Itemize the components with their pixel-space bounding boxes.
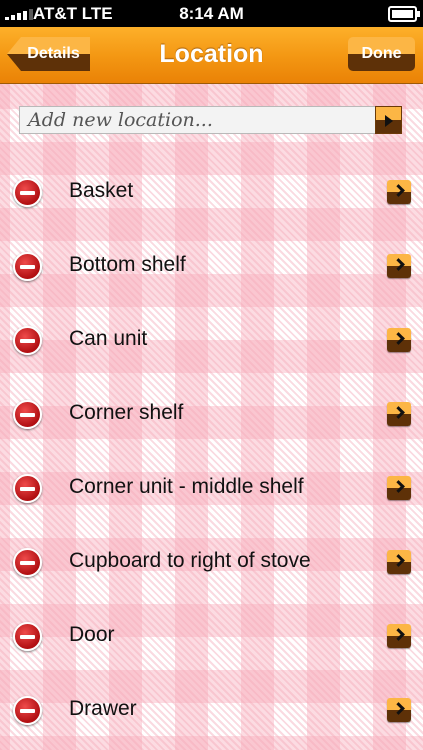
location-label: Door bbox=[69, 623, 115, 646]
list-item[interactable]: Corner shelf bbox=[0, 377, 423, 451]
delete-icon[interactable] bbox=[13, 252, 42, 281]
disclosure-chevron-icon[interactable] bbox=[387, 476, 411, 500]
add-location-button[interactable] bbox=[375, 106, 402, 134]
location-label: Cupboard to right of stove bbox=[69, 549, 311, 572]
location-label: Basket bbox=[69, 179, 134, 202]
status-bar: AT&T LTE 8:14 AM bbox=[0, 0, 423, 27]
done-button[interactable]: Done bbox=[348, 37, 415, 71]
battery-icon bbox=[388, 6, 420, 22]
add-location-input[interactable]: Add new location... bbox=[19, 106, 376, 134]
list-item[interactable]: Drawer bbox=[0, 673, 423, 747]
disclosure-chevron-icon[interactable] bbox=[387, 550, 411, 574]
delete-icon[interactable] bbox=[13, 178, 42, 207]
disclosure-chevron-icon[interactable] bbox=[387, 180, 411, 204]
disclosure-chevron-icon[interactable] bbox=[387, 624, 411, 648]
play-arrow-icon bbox=[385, 115, 393, 127]
location-label: Drawer bbox=[69, 697, 137, 720]
location-label: Corner shelf bbox=[69, 401, 184, 424]
list-item[interactable]: Basket bbox=[0, 155, 423, 229]
location-label: Corner unit - middle shelf bbox=[69, 475, 304, 498]
list-item[interactable]: Cupboard to right of stove bbox=[0, 525, 423, 599]
delete-icon[interactable] bbox=[13, 622, 42, 651]
navigation-bar: Details Location Done bbox=[0, 27, 423, 84]
disclosure-chevron-icon[interactable] bbox=[387, 328, 411, 352]
delete-icon[interactable] bbox=[13, 696, 42, 725]
location-label: Bottom shelf bbox=[69, 253, 186, 276]
list-item[interactable]: Corner unit - middle shelf bbox=[0, 451, 423, 525]
disclosure-chevron-icon[interactable] bbox=[387, 254, 411, 278]
disclosure-chevron-icon[interactable] bbox=[387, 402, 411, 426]
delete-icon[interactable] bbox=[13, 548, 42, 577]
list-item[interactable]: Can unit bbox=[0, 303, 423, 377]
list-item[interactable]: Door bbox=[0, 599, 423, 673]
location-label: Can unit bbox=[69, 327, 148, 350]
clock: 8:14 AM bbox=[179, 4, 244, 23]
delete-icon[interactable] bbox=[13, 400, 42, 429]
disclosure-chevron-icon[interactable] bbox=[387, 698, 411, 722]
delete-icon[interactable] bbox=[13, 326, 42, 355]
delete-icon[interactable] bbox=[13, 474, 42, 503]
list-item[interactable]: Bottom shelf bbox=[0, 229, 423, 303]
